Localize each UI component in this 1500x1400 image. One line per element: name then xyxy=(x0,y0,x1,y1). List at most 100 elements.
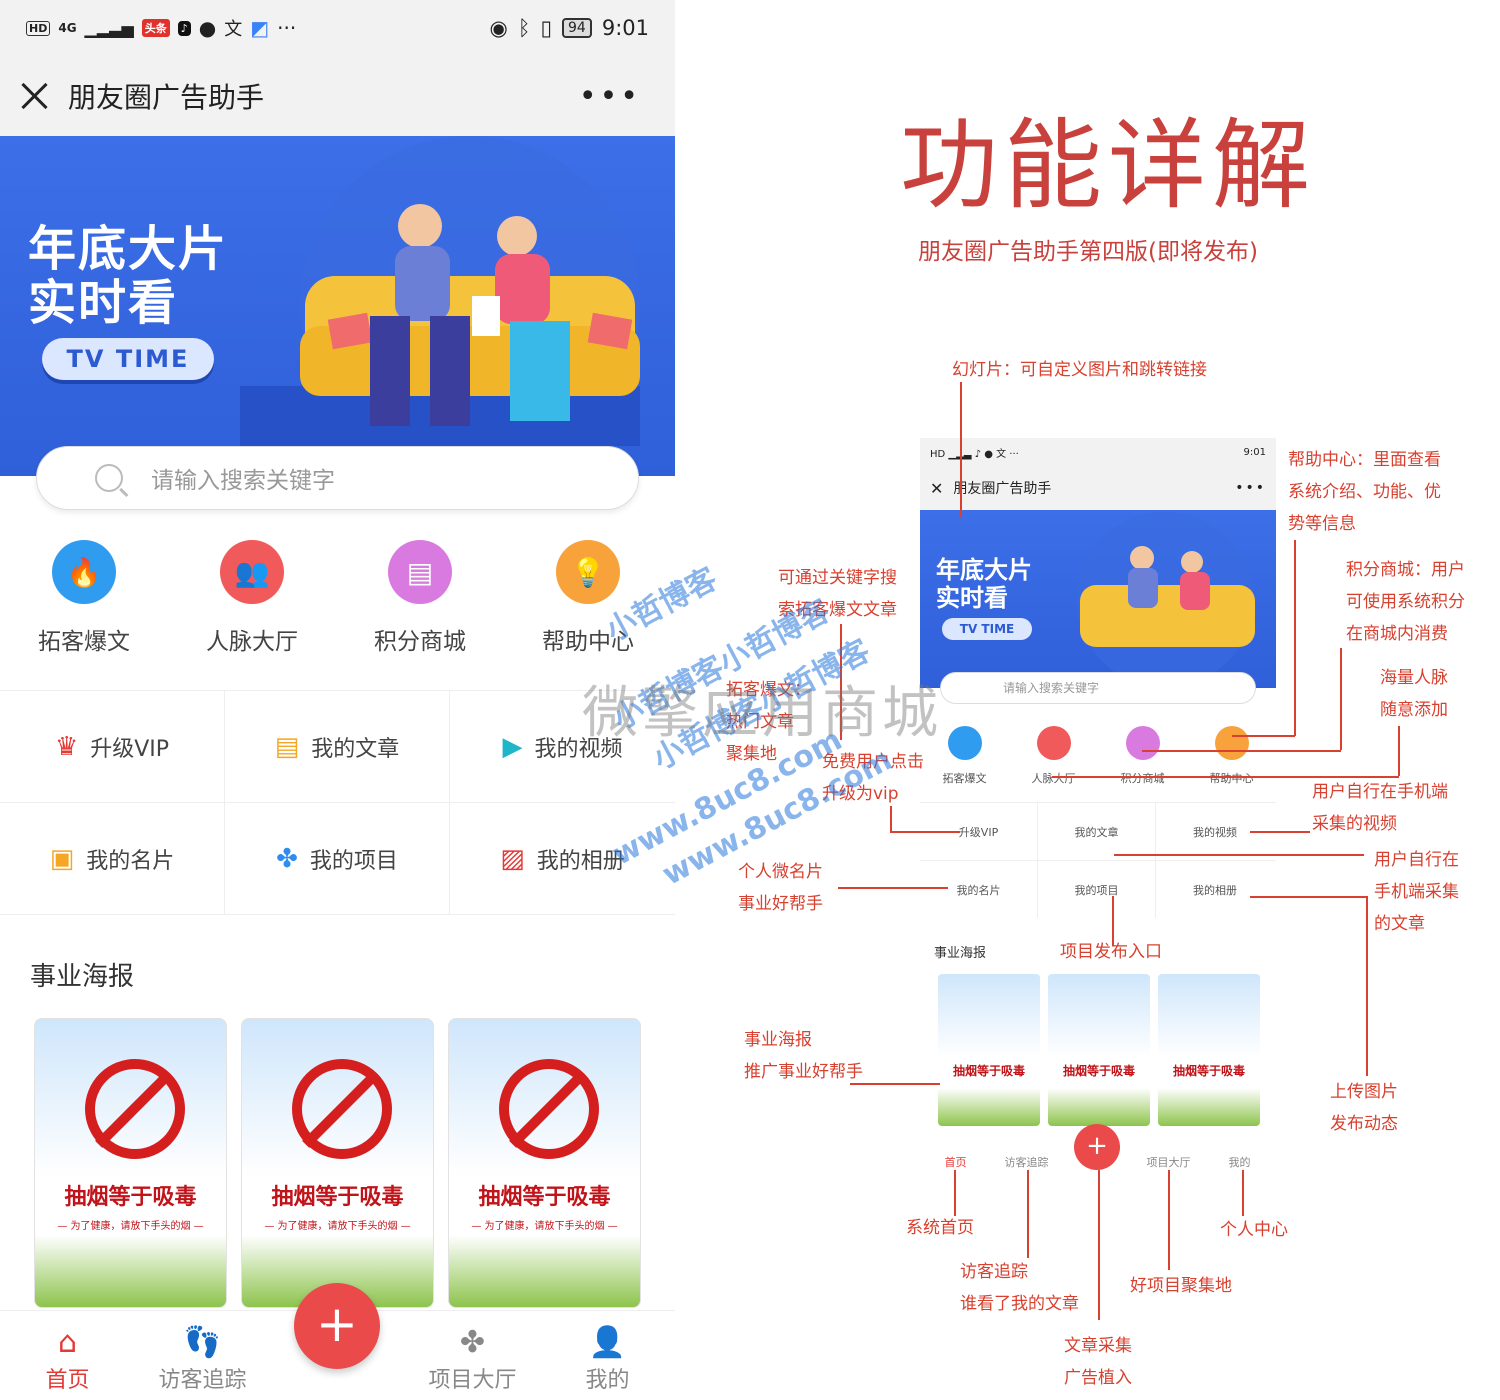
banner-line-2: 实时看 xyxy=(28,275,179,331)
explain-title: 功能详解 xyxy=(900,109,1317,223)
connector-line xyxy=(838,887,948,889)
entry-points-mall[interactable]: ▤ 积分商城 xyxy=(336,540,504,670)
annotation-personal: 个人中心 xyxy=(1220,1220,1288,1240)
connector-line xyxy=(1294,540,1296,736)
poster-text: 抽烟等于吸毒 xyxy=(271,1185,404,1210)
entry-help[interactable]: 💡 帮助中心 xyxy=(504,540,672,670)
video-icon: ▶ xyxy=(502,731,523,762)
poster-sub: — 为了健康，请放下手头的烟 — xyxy=(57,1221,204,1232)
grid-my-card[interactable]: ▣ 我的名片 xyxy=(0,803,225,914)
tab-mine[interactable]: 👤 我的 xyxy=(540,1311,675,1400)
battery-icon: 94 xyxy=(562,18,592,38)
connector-line xyxy=(954,1170,956,1216)
tab-label: 我的 xyxy=(585,1368,630,1393)
grid-my-projects[interactable]: ✤ 我的项目 xyxy=(225,803,450,914)
entry-hot-articles[interactable]: 🔥 拓客爆文 xyxy=(0,540,168,670)
mini-entry-label: 拓客爆文 xyxy=(942,772,987,785)
poster-card[interactable]: 抽烟等于吸毒 — 为了健康，请放下手头的烟 — xyxy=(241,1018,434,1308)
add-button[interactable]: + xyxy=(294,1283,380,1369)
footprint-icon: 👣 xyxy=(183,1325,222,1360)
phone-screen: HD 4G ▁▂▃▅ 头条 ♪ ● 文 ◩ ··· ◉ ᛒ ▯ 94 9:01 … xyxy=(0,0,675,1400)
connector-line xyxy=(1168,1170,1170,1270)
annotation-line: 事业好帮手 xyxy=(738,894,823,914)
annotation-line: 事业海报 xyxy=(744,1030,812,1050)
signal-icon: 4G xyxy=(58,21,77,35)
grid-my-articles[interactable]: ▤ 我的文章 xyxy=(225,691,450,802)
eye-icon: ◉ xyxy=(489,16,508,40)
poster-sub: — 为了健康，请放下手头的烟 — xyxy=(264,1221,411,1232)
poster-text: 抽烟等于吸毒 xyxy=(478,1185,611,1210)
tab-home[interactable]: ⌂ 首页 xyxy=(0,1311,135,1400)
annotation-line: 索拓客爆文文章 xyxy=(778,600,897,620)
annotation-line: 升级为vip xyxy=(822,784,899,804)
image-icon: ▨ xyxy=(500,843,525,874)
mini-poster: 抽烟等于吸毒 xyxy=(1048,974,1150,1126)
annotation-line: 随意添加 xyxy=(1380,700,1448,720)
mini-status-icons: HD ▁▂▃ ♪ ● 文 ··· xyxy=(930,448,1019,460)
grid-my-album[interactable]: ▨ 我的相册 xyxy=(450,803,675,914)
annotation-home: 系统首页 xyxy=(906,1218,974,1238)
home-icon: ⌂ xyxy=(57,1325,78,1360)
flame-icon: 🔥 xyxy=(52,540,116,604)
annotation-line: 推广事业好帮手 xyxy=(744,1062,863,1082)
close-icon[interactable] xyxy=(20,81,50,111)
crown-icon: ♛ xyxy=(54,731,79,762)
no-smoking-icon xyxy=(499,1059,599,1159)
poster-card[interactable]: 抽烟等于吸毒 — 为了健康，请放下手头的烟 — xyxy=(34,1018,227,1308)
people-icon xyxy=(1036,726,1071,760)
annotation-line: 谁看了我的文章 xyxy=(960,1294,1079,1314)
mini-phone-preview: HD ▁▂▃ ♪ ● 文 ··· 9:01 ✕ 朋友圈广告助手 ••• 年底大片 实时看… xyxy=(920,438,1276,1170)
mini-poster-text: 抽烟等于吸毒 xyxy=(1062,1064,1135,1078)
mini-title: 朋友圈广告助手 xyxy=(953,481,1052,497)
connector-line xyxy=(1142,750,1341,752)
annotation-line: 可使用系统积分 xyxy=(1346,592,1465,612)
mini-status-bar: HD ▁▂▃ ♪ ● 文 ··· 9:01 xyxy=(920,438,1276,466)
annotation-line: 系统介绍、功能、优 xyxy=(1288,482,1441,502)
clover-icon: ✤ xyxy=(459,1325,486,1360)
grid-upgrade-vip[interactable]: ♛ 升级VIP xyxy=(0,691,225,802)
annotation-upload: 上传图片 发布动态 xyxy=(1330,1076,1398,1140)
annotation-line: 势等信息 xyxy=(1288,514,1356,534)
no-smoking-icon xyxy=(85,1059,185,1159)
entry-label: 积分商城 xyxy=(374,629,466,655)
tab-visitors[interactable]: 👣 访客追踪 xyxy=(135,1311,270,1400)
explain-subtitle: 朋友圈广告助手第四版(即将发布) xyxy=(918,239,1258,265)
annotation-article: 用户自行在 手机端采集 的文章 xyxy=(1374,844,1459,940)
annotation-project: 项目发布入口 xyxy=(1060,942,1162,962)
poster-sub: — 为了健康，请放下手头的烟 — xyxy=(471,1221,618,1232)
annotation-line: 在商城内消费 xyxy=(1346,624,1448,644)
grid-label: 我的文章 xyxy=(311,736,400,762)
tiktok-icon: ♪ xyxy=(177,20,191,36)
connector-line xyxy=(1250,831,1310,833)
annotation-line: 可通过关键字搜 xyxy=(778,568,897,588)
annotation-search: 可通过关键字搜 索拓客爆文文章 xyxy=(778,562,897,626)
mini-add-button: + xyxy=(1074,1124,1120,1170)
close-icon: ✕ xyxy=(930,478,944,498)
annotation-line: 用户自行在 xyxy=(1374,850,1459,870)
banner-carousel[interactable]: 年底大片 实时看 TV TIME xyxy=(0,136,675,476)
mini-poster: 抽烟等于吸毒 xyxy=(1158,974,1260,1126)
app-icon: ◩ xyxy=(250,16,270,40)
grid-label: 我的名片 xyxy=(86,848,175,874)
connector-line xyxy=(1114,854,1364,856)
entry-network[interactable]: 👥 人脉大厅 xyxy=(168,540,336,670)
hd-icon: HD xyxy=(26,20,51,36)
connector-line xyxy=(1398,726,1400,776)
poster-card[interactable]: 抽烟等于吸毒 — 为了健康，请放下手头的烟 — xyxy=(448,1018,641,1308)
mini-tab: 我的 xyxy=(1228,1156,1251,1169)
document-icon: ▤ xyxy=(274,731,300,762)
annotation-line: 用户自行在手机端 xyxy=(1312,782,1448,802)
mini-poster: 抽烟等于吸毒 xyxy=(938,974,1040,1126)
tab-label: 访客追踪 xyxy=(158,1368,247,1393)
tab-projects[interactable]: ✤ 项目大厅 xyxy=(405,1311,540,1400)
vibrate-icon: ▯ xyxy=(540,16,552,40)
annotation-card: 个人微名片 事业好帮手 xyxy=(738,856,823,920)
search-input[interactable]: 请输入搜索关键字 xyxy=(36,446,639,510)
mini-banner-line-2: 实时看 xyxy=(936,584,1008,612)
more-menu-button[interactable]: ••• xyxy=(579,79,641,114)
mini-banner-pill: TV TIME xyxy=(942,618,1032,640)
clover-icon: ✤ xyxy=(276,843,298,874)
mini-time: 9:01 xyxy=(1243,446,1266,458)
status-time: 9:01 xyxy=(601,16,649,40)
watermark: 微擎应用商城 xyxy=(582,681,942,746)
